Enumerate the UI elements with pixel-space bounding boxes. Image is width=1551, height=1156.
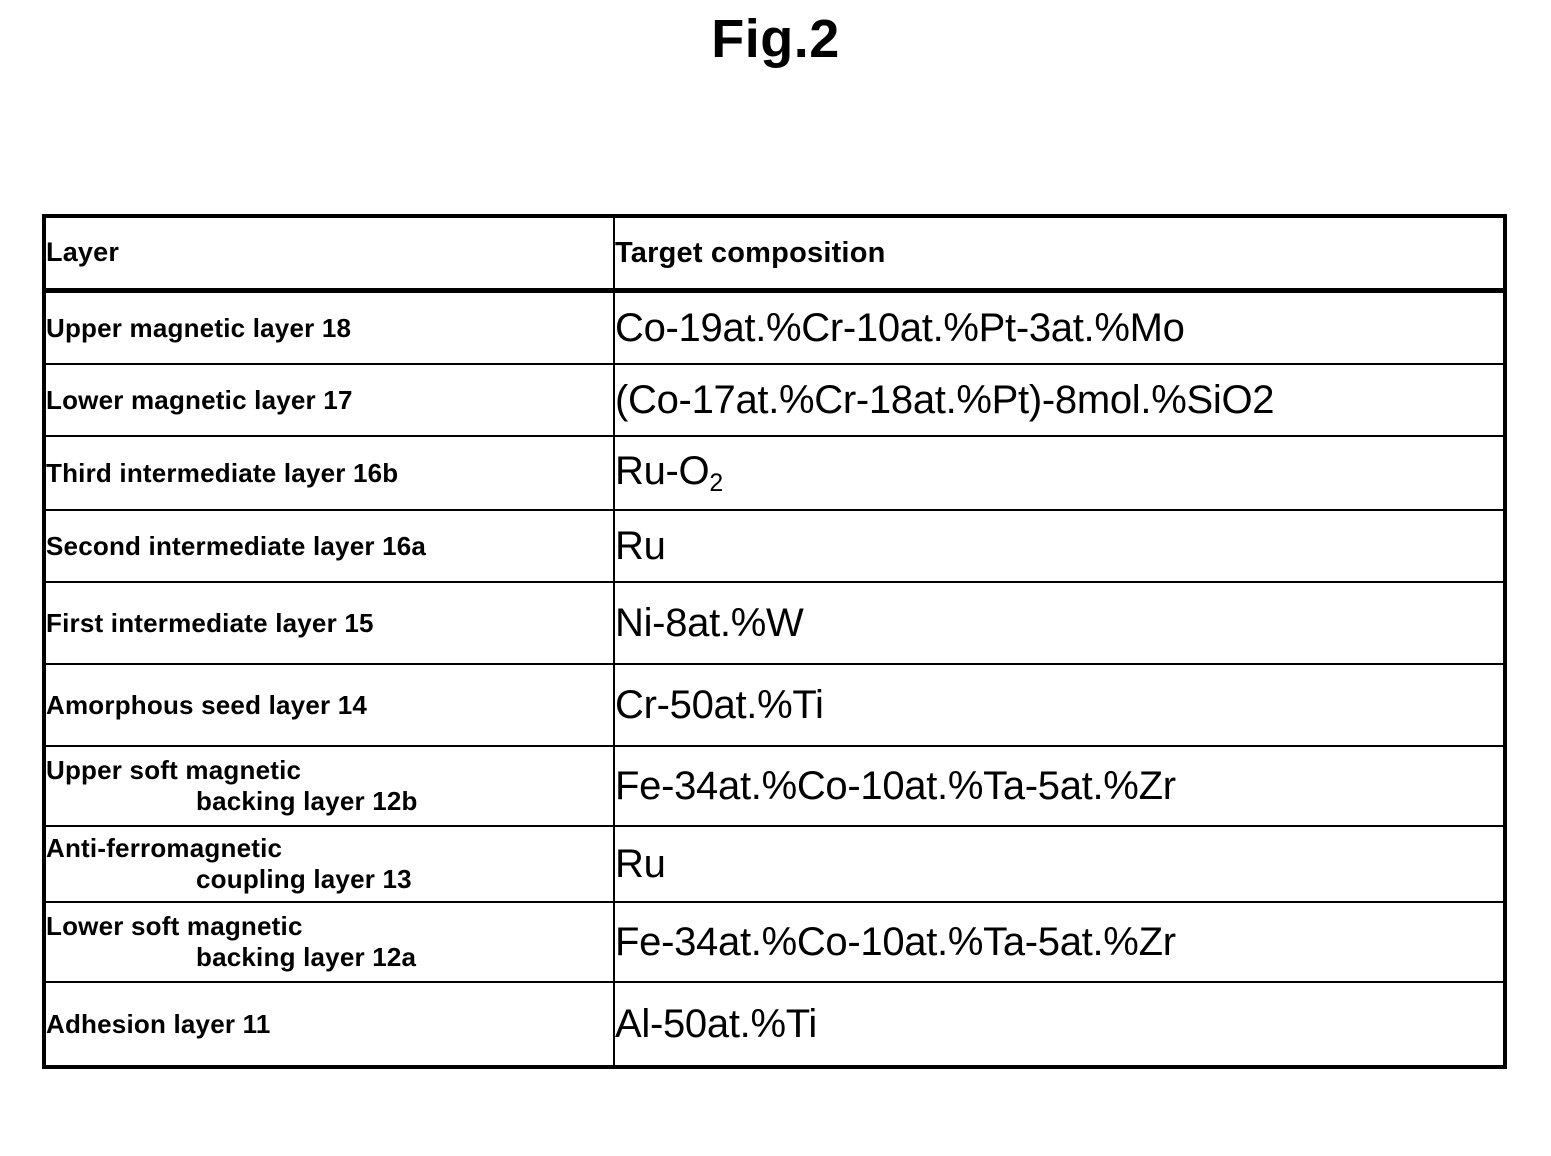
layer-name-line1: Upper magnetic layer 18 xyxy=(46,312,352,343)
layer-name-line2: backing layer 12b xyxy=(196,786,418,816)
layer-name-cell: Anti-ferromagnetic coupling layer 13 xyxy=(43,825,615,903)
layer-name-cell: Third intermediate layer 16b xyxy=(43,435,615,511)
composition-cell: Ru xyxy=(613,825,1506,903)
table-row: Upper soft magnetic backing layer 12b Fe… xyxy=(43,745,1506,827)
layer-name-cell: Second intermediate layer 16a xyxy=(43,509,615,583)
table-row: Second intermediate layer 16a Ru xyxy=(43,509,1506,583)
composition-text: Ru-O xyxy=(615,448,710,493)
table-header-row: Layer Target composition xyxy=(43,215,1506,293)
composition-cell: (Co-17at.%Cr-18at.%Pt)-8mol.%SiO2 xyxy=(613,363,1506,437)
table-row: Lower magnetic layer 17 (Co-17at.%Cr-18a… xyxy=(43,363,1506,437)
layer-name-line1: Second intermediate layer 16a xyxy=(46,530,427,561)
table-row: Lower soft magnetic backing layer 12a Fe… xyxy=(43,901,1506,983)
composition-text: Fe-34at.%Co-10at.%Ta-5at.%Zr xyxy=(615,920,1176,964)
layer-name-line1: Upper soft magnetic xyxy=(46,755,302,786)
composition-text: Cr-50at.%Ti xyxy=(615,683,824,727)
layer-name-line1: Lower soft magnetic xyxy=(46,911,303,942)
layer-name-cell: Upper soft magnetic backing layer 12b xyxy=(43,745,615,827)
composition-text: Ru xyxy=(615,842,666,886)
target-composition-table: Layer Target composition Upper magnetic … xyxy=(42,214,1507,1069)
column-header-layer: Layer xyxy=(43,215,615,293)
table-row: Anti-ferromagnetic coupling layer 13 Ru xyxy=(43,825,1506,903)
layer-name-line2: coupling layer 13 xyxy=(196,864,412,894)
table-row: Adhesion layer 11 Al-50at.%Ti xyxy=(43,981,1506,1068)
table-row: Amorphous seed layer 14 Cr-50at.%Ti xyxy=(43,663,1506,747)
layer-name-line1: Third intermediate layer 16b xyxy=(46,457,399,488)
layer-name-cell: First intermediate layer 15 xyxy=(43,581,615,665)
layer-name-line1: Anti-ferromagnetic xyxy=(46,833,283,864)
figure-title: Fig.2 xyxy=(711,9,840,69)
composition-text: Co-19at.%Cr-10at.%Pt-3at.%Mo xyxy=(615,306,1185,350)
table-row: First intermediate layer 15 Ni-8at.%W xyxy=(43,581,1506,665)
composition-cell: Fe-34at.%Co-10at.%Ta-5at.%Zr xyxy=(613,901,1506,983)
layer-name-line1: Amorphous seed layer 14 xyxy=(46,689,368,720)
layer-name-cell: Adhesion layer 11 xyxy=(43,981,615,1068)
layer-name-line1: First intermediate layer 15 xyxy=(46,607,374,638)
layer-name-cell: Upper magnetic layer 18 xyxy=(43,289,615,365)
layer-name-line1: Lower magnetic layer 17 xyxy=(46,384,353,415)
composition-cell: Cr-50at.%Ti xyxy=(613,663,1506,747)
composition-cell: Ru-O2 xyxy=(613,435,1506,511)
composition-text: Ru xyxy=(615,524,666,568)
table-body: Upper magnetic layer 18 Co-19at.%Cr-10at… xyxy=(43,289,1506,1068)
composition-text: (Co-17at.%Cr-18at.%Pt)-8mol.%SiO2 xyxy=(615,378,1275,422)
composition-cell: Ru xyxy=(613,509,1506,583)
layer-name-line2: backing layer 12a xyxy=(196,942,417,972)
layer-name-line1: Adhesion layer 11 xyxy=(46,1008,271,1039)
table-row: Third intermediate layer 16b Ru-O2 xyxy=(43,435,1506,511)
composition-cell: Al-50at.%Ti xyxy=(613,981,1506,1068)
table-row: Upper magnetic layer 18 Co-19at.%Cr-10at… xyxy=(43,289,1506,365)
composition-text: Al-50at.%Ti xyxy=(615,1002,817,1046)
composition-text: Ni-8at.%W xyxy=(615,601,804,645)
composition-cell: Fe-34at.%Co-10at.%Ta-5at.%Zr xyxy=(613,745,1506,827)
layer-name-cell: Lower soft magnetic backing layer 12a xyxy=(43,901,615,983)
composition-subscript: 2 xyxy=(709,469,723,497)
composition-cell: Co-19at.%Cr-10at.%Pt-3at.%Mo xyxy=(613,289,1506,365)
composition-cell: Ni-8at.%W xyxy=(613,581,1506,665)
layer-name-cell: Lower magnetic layer 17 xyxy=(43,363,615,437)
column-header-composition: Target composition xyxy=(613,215,1506,293)
layer-name-cell: Amorphous seed layer 14 xyxy=(43,663,615,747)
composition-text: Fe-34at.%Co-10at.%Ta-5at.%Zr xyxy=(615,764,1176,808)
